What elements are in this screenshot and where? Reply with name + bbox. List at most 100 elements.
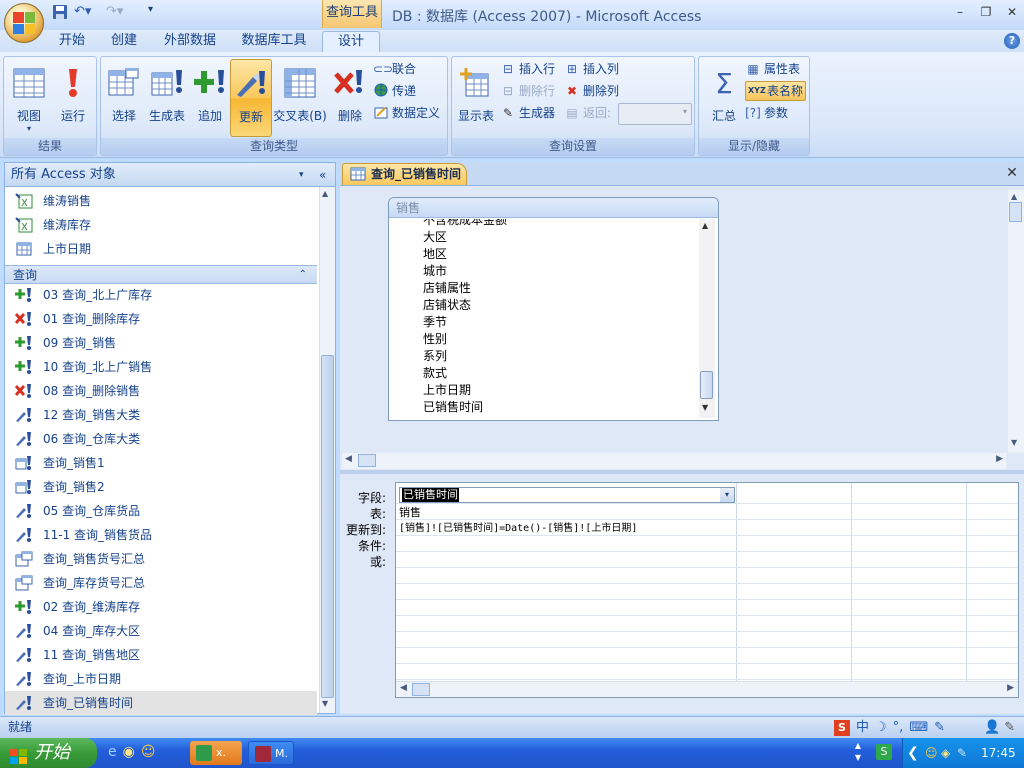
- upper-scroll-right-icon[interactable]: ▶: [996, 454, 1003, 464]
- grid-scroll-right-icon[interactable]: ▶: [1007, 683, 1014, 693]
- field-list-item[interactable]: 地区: [423, 246, 447, 263]
- append-query-button[interactable]: 追加: [189, 59, 231, 137]
- nav-item-table[interactable]: X 维涛库存: [5, 213, 317, 237]
- taskbar-button-access[interactable]: M.: [248, 741, 294, 765]
- delete-row-button[interactable]: ⊟ 删除行: [500, 81, 555, 101]
- tray-expand-icon[interactable]: ❮: [907, 738, 919, 768]
- nav-item-query[interactable]: 10 查询_北上广销售: [5, 355, 317, 379]
- nav-item-table[interactable]: 上市日期: [5, 237, 317, 261]
- close-button[interactable]: ✕: [1000, 3, 1024, 21]
- upper-scroll-down-icon[interactable]: ▼: [1011, 438, 1017, 447]
- field-list-item[interactable]: 店铺属性: [423, 280, 471, 297]
- field-list-item[interactable]: 上市日期: [423, 382, 471, 399]
- scroll-up-arrow-icon[interactable]: ▲: [322, 189, 328, 198]
- union-query-button[interactable]: ⊂⊃ 联合: [373, 59, 416, 79]
- ime-toolbar[interactable]: S 中 ☽ °, ⌨ ✎: [834, 718, 984, 737]
- nav-item-query[interactable]: 05 查询_仓库货品: [5, 499, 317, 523]
- data-definition-button[interactable]: 数据定义: [373, 103, 440, 123]
- nav-item-query[interactable]: 查询_销售2: [5, 475, 317, 499]
- moon-icon[interactable]: ☽: [875, 717, 887, 738]
- field-list-scrollbar[interactable]: ▲ ▼: [699, 219, 715, 418]
- nav-item-query[interactable]: 查询_销售货号汇总: [5, 547, 317, 571]
- delete-column-button[interactable]: ✖ 删除列: [564, 81, 619, 101]
- tray-s-icon[interactable]: S: [876, 744, 892, 760]
- taskbar-button-excel[interactable]: x.: [190, 741, 242, 765]
- tray-tools-icon[interactable]: ✎: [957, 738, 967, 768]
- table-names-button[interactable]: XYZ 表名称: [745, 81, 807, 101]
- property-sheet-button[interactable]: ▦ 属性表: [745, 59, 800, 79]
- view-button[interactable]: 视图 ▾: [8, 59, 50, 137]
- field-list-title[interactable]: 销售: [389, 198, 718, 218]
- nav-item-query[interactable]: 查询_上市日期: [5, 667, 317, 691]
- crosstab-button[interactable]: 交叉表(B): [273, 59, 327, 137]
- tools-icon[interactable]: ✎: [1004, 717, 1015, 738]
- upper-hscroll-thumb[interactable]: [358, 454, 376, 467]
- punctuation-icon[interactable]: °,: [893, 717, 904, 738]
- nav-item-query[interactable]: 08 查询_删除销售: [5, 379, 317, 403]
- start-button[interactable]: 开始: [0, 738, 97, 768]
- field-dropdown-arrow-icon[interactable]: ▾: [720, 488, 734, 502]
- nav-item-query[interactable]: 11-1 查询_销售货品: [5, 523, 317, 547]
- nav-item-query[interactable]: 09 查询_销售: [5, 331, 317, 355]
- nav-item-query[interactable]: 04 查询_库存大区: [5, 619, 317, 643]
- upper-horizontal-scrollbar[interactable]: ◀ ▶: [342, 453, 1006, 469]
- grid-hscroll-thumb[interactable]: [412, 683, 430, 696]
- nav-item-table[interactable]: X 维涛销售: [5, 189, 317, 213]
- save-icon[interactable]: [52, 4, 68, 22]
- field-list-scroll-up-icon[interactable]: ▲: [702, 221, 708, 230]
- upper-scroll-left-icon[interactable]: ◀: [345, 454, 352, 464]
- nav-item-query[interactable]: 查询_库存货号汇总: [5, 571, 317, 595]
- nav-item-query[interactable]: 11 查询_销售地区: [5, 643, 317, 667]
- field-list-item[interactable]: 款式: [423, 365, 447, 382]
- keyboard-icon[interactable]: ⌨: [909, 717, 928, 738]
- parameters-button[interactable]: [?] 参数: [745, 103, 788, 123]
- browser-icon[interactable]: ◉: [123, 744, 135, 762]
- field-list-scroll-thumb[interactable]: [700, 371, 713, 399]
- field-list-item-partial[interactable]: 不含税成本金额: [423, 219, 507, 229]
- field-list-item[interactable]: 系列: [423, 348, 447, 365]
- totals-button[interactable]: Σ 汇总: [703, 59, 745, 137]
- nav-item-query[interactable]: 12 查询_销售大类: [5, 403, 317, 427]
- nav-group-queries[interactable]: 查询 ⌃: [5, 265, 317, 284]
- nav-item-query[interactable]: 01 查询_删除库存: [5, 307, 317, 331]
- pass-through-button[interactable]: 传递: [373, 81, 416, 101]
- nav-menu-dropdown-icon[interactable]: ▾: [299, 163, 304, 187]
- tray-chat-icon[interactable]: ☺: [925, 738, 938, 768]
- upper-vertical-scrollbar[interactable]: ▲ ▼: [1008, 190, 1024, 453]
- language-bar-arrows[interactable]: ▲ ▼: [852, 740, 864, 766]
- field-list-item[interactable]: 已销售时间: [423, 399, 483, 416]
- tab-design[interactable]: 设计: [322, 31, 380, 52]
- tab-external-data[interactable]: 外部数据: [158, 31, 222, 52]
- tab-create[interactable]: 创建: [104, 31, 144, 52]
- nav-pane-header[interactable]: 所有 Access 对象 ▾ «: [5, 163, 335, 187]
- nav-item-query[interactable]: 查询_销售1: [5, 451, 317, 475]
- show-table-button[interactable]: 显示表: [454, 59, 498, 137]
- update-to-cell-value[interactable]: [销售]![已销售时间]=Date()-[销售]![上市日期]: [399, 521, 637, 537]
- sogou-icon[interactable]: S: [834, 719, 850, 736]
- table-cell-value[interactable]: 销售: [399, 505, 421, 521]
- nav-item-query[interactable]: 06 查询_仓库大类: [5, 427, 317, 451]
- collapse-group-icon[interactable]: ⌃: [299, 266, 307, 284]
- field-list-item[interactable]: 性别: [423, 331, 447, 348]
- update-query-button[interactable]: 更新: [230, 59, 272, 137]
- shutter-bar-close-icon[interactable]: «: [319, 163, 326, 187]
- help-icon[interactable]: ?: [1004, 33, 1020, 49]
- grid-horizontal-scrollbar[interactable]: ◀ ▶: [396, 681, 1018, 697]
- field-list-item[interactable]: 季节: [423, 314, 447, 331]
- field-list-item[interactable]: 店铺状态: [423, 297, 471, 314]
- document-tab-query[interactable]: 查询_已销售时间: [342, 163, 467, 185]
- close-document-icon[interactable]: ✕: [1004, 165, 1020, 181]
- clock[interactable]: 17:45: [981, 738, 1016, 768]
- minimize-button[interactable]: –: [948, 3, 972, 21]
- upper-scroll-up-icon[interactable]: ▲: [1011, 192, 1017, 201]
- field-list-sales-table[interactable]: 销售 不含税成本金额 大区 地区 城市 店铺属性 店铺状态 季节 性别 系列 款式 上市日期 已销售…: [388, 197, 719, 421]
- scroll-down-arrow-icon[interactable]: ▼: [322, 699, 328, 708]
- tab-database-tools[interactable]: 数据库工具: [236, 31, 312, 52]
- insert-column-button[interactable]: ⊞ 插入列: [564, 59, 619, 79]
- insert-row-button[interactable]: ⊟ 插入行: [500, 59, 555, 79]
- wrench-icon[interactable]: ✎: [934, 717, 945, 738]
- chat-icon[interactable]: ☺: [141, 744, 156, 762]
- ie-icon[interactable]: e: [108, 744, 117, 762]
- field-cell-combobox[interactable]: 已销售时间 ▾: [399, 487, 735, 503]
- user-icon[interactable]: 👤: [984, 717, 1000, 738]
